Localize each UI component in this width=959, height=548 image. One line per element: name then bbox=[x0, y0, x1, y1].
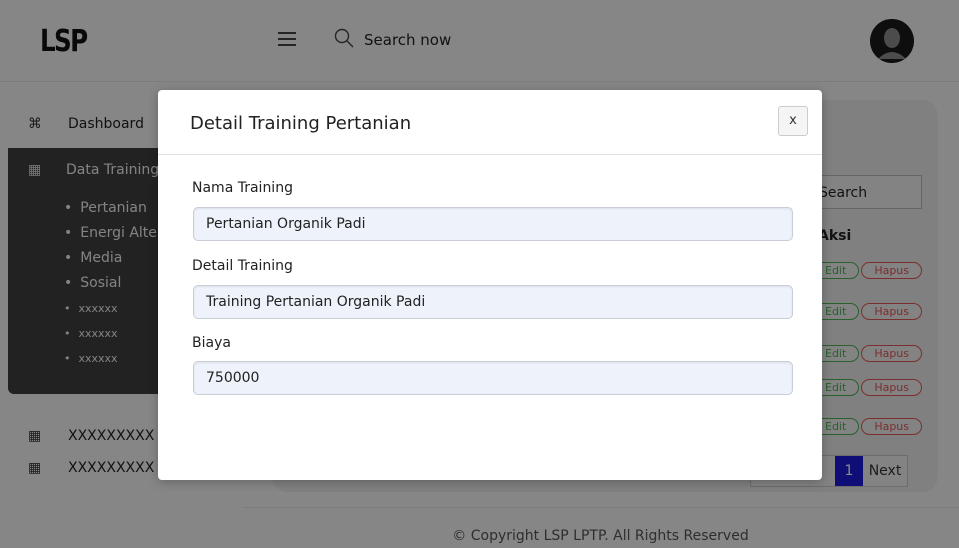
detail-training-field[interactable] bbox=[193, 285, 793, 319]
biaya-field[interactable] bbox=[193, 361, 793, 395]
biaya-label: Biaya bbox=[192, 335, 231, 351]
modal-divider bbox=[158, 154, 822, 155]
nama-training-label: Nama Training bbox=[192, 180, 293, 196]
nama-training-field[interactable] bbox=[193, 207, 793, 241]
close-button[interactable]: x bbox=[778, 106, 808, 136]
detail-training-modal: Detail Training Pertanian x Nama Trainin… bbox=[158, 90, 822, 480]
detail-training-label: Detail Training bbox=[192, 258, 293, 274]
modal-title: Detail Training Pertanian bbox=[190, 113, 412, 134]
